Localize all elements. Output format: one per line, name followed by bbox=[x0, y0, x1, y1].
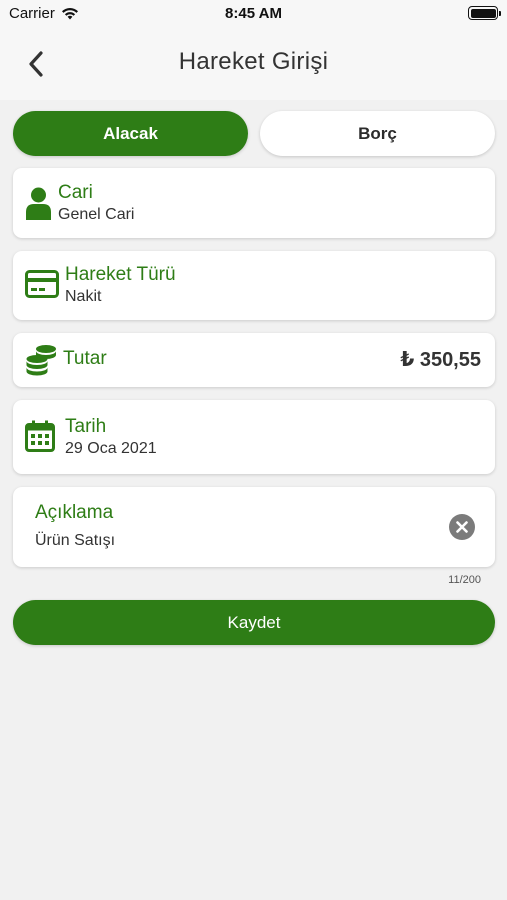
segment-borc[interactable]: Borç bbox=[260, 111, 495, 156]
clear-button[interactable] bbox=[449, 514, 475, 540]
segment-alacak[interactable]: Alacak bbox=[13, 111, 248, 156]
clear-icon bbox=[456, 521, 468, 533]
tarih-value: 29 Oca 2021 bbox=[65, 440, 157, 457]
aciklama-label: Açıklama bbox=[35, 502, 114, 523]
hareket-turu-title: Hareket Türü bbox=[65, 264, 176, 285]
tutar-value: ₺ 350,55 bbox=[400, 349, 481, 371]
aciklama-field[interactable]: Açıklama Ürün Satışı bbox=[13, 487, 495, 567]
cari-value: Genel Cari bbox=[58, 206, 135, 223]
save-button[interactable]: Kaydet bbox=[13, 600, 495, 645]
page-title: Hareket Girişi bbox=[178, 48, 329, 75]
cari-field[interactable]: Cari Genel Cari bbox=[13, 168, 495, 238]
status-time: 8:45 AM bbox=[225, 5, 282, 22]
coins-icon bbox=[26, 345, 56, 376]
calendar-icon bbox=[25, 420, 55, 452]
tarih-field[interactable]: Tarih 29 Oca 2021 bbox=[13, 400, 495, 474]
hareket-turu-value: Nakit bbox=[65, 288, 102, 305]
cari-title: Cari bbox=[58, 182, 93, 203]
hareket-turu-field[interactable]: Hareket Türü Nakit bbox=[13, 251, 495, 320]
aciklama-input[interactable]: Ürün Satışı bbox=[35, 532, 115, 550]
character-counter: 11/200 bbox=[448, 574, 481, 586]
navigation-bar: Hareket Girişi bbox=[0, 28, 507, 100]
tarih-title: Tarih bbox=[65, 416, 107, 437]
person-icon bbox=[26, 187, 51, 220]
credit-card-icon bbox=[25, 270, 59, 298]
tutar-title: Tutar bbox=[63, 348, 107, 369]
tutar-field[interactable]: Tutar ₺ 350,55 bbox=[13, 333, 495, 387]
status-bar: Carrier 8:45 AM bbox=[0, 0, 507, 28]
battery-icon bbox=[468, 6, 501, 20]
